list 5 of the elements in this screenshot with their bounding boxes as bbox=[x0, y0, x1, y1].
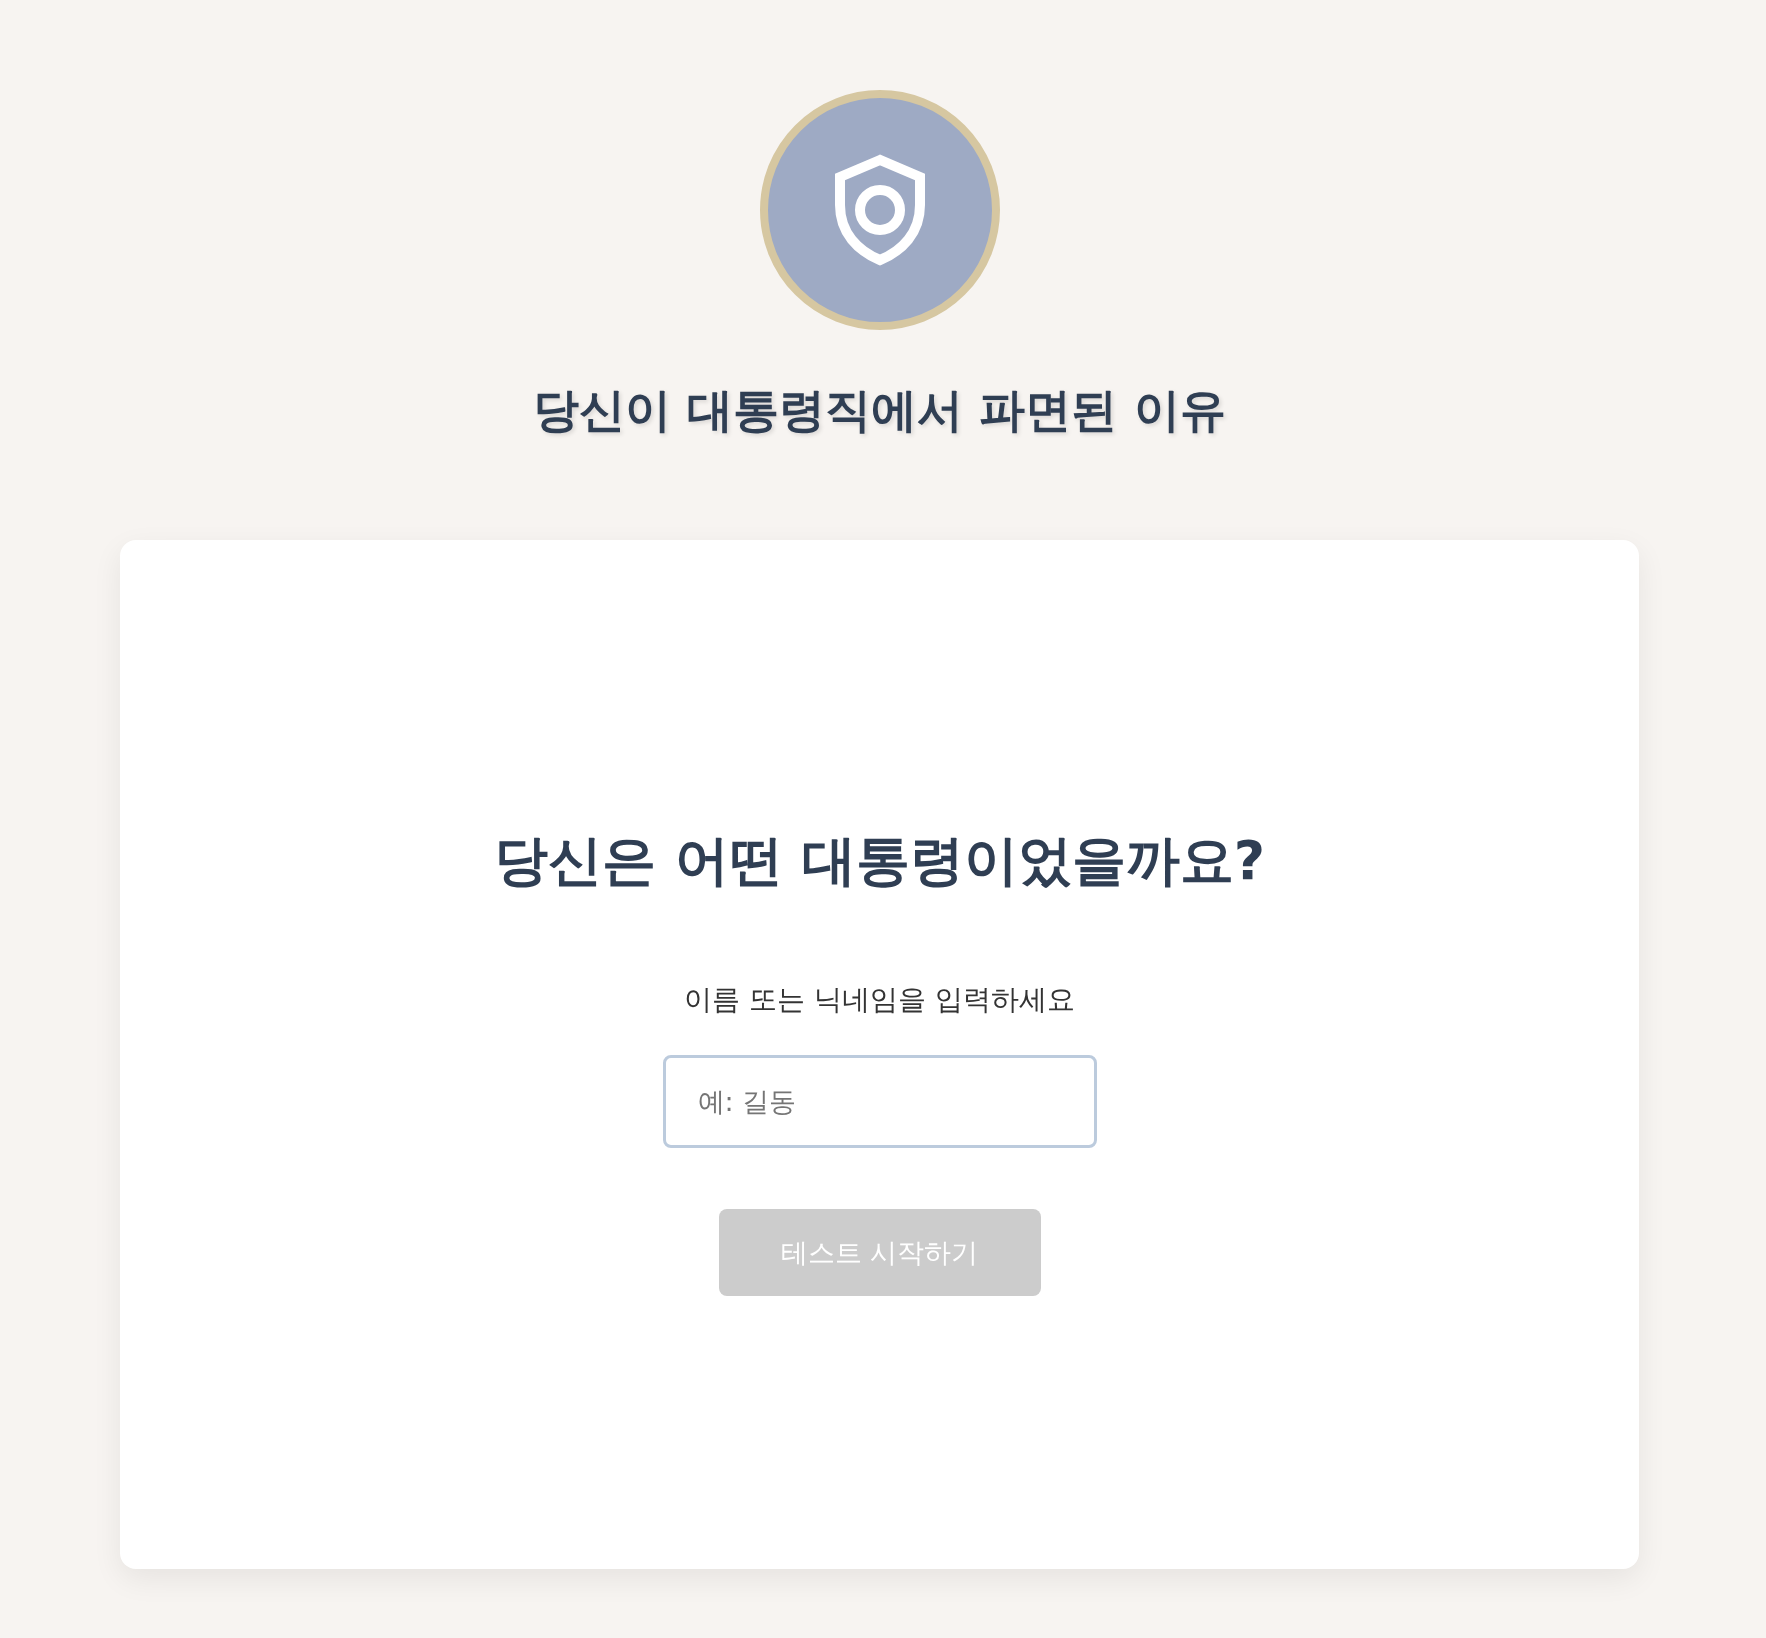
page-title: 당신이 대통령직에서 파면된 이유 bbox=[533, 382, 1226, 439]
question-heading: 당신은 어떤 대통령이었을까요? bbox=[494, 828, 1265, 893]
input-label: 이름 또는 닉네임을 입력하세요 bbox=[684, 982, 1075, 1018]
shield-icon bbox=[759, 90, 1000, 330]
name-input[interactable]: 예: 길동 bbox=[662, 1055, 1097, 1148]
